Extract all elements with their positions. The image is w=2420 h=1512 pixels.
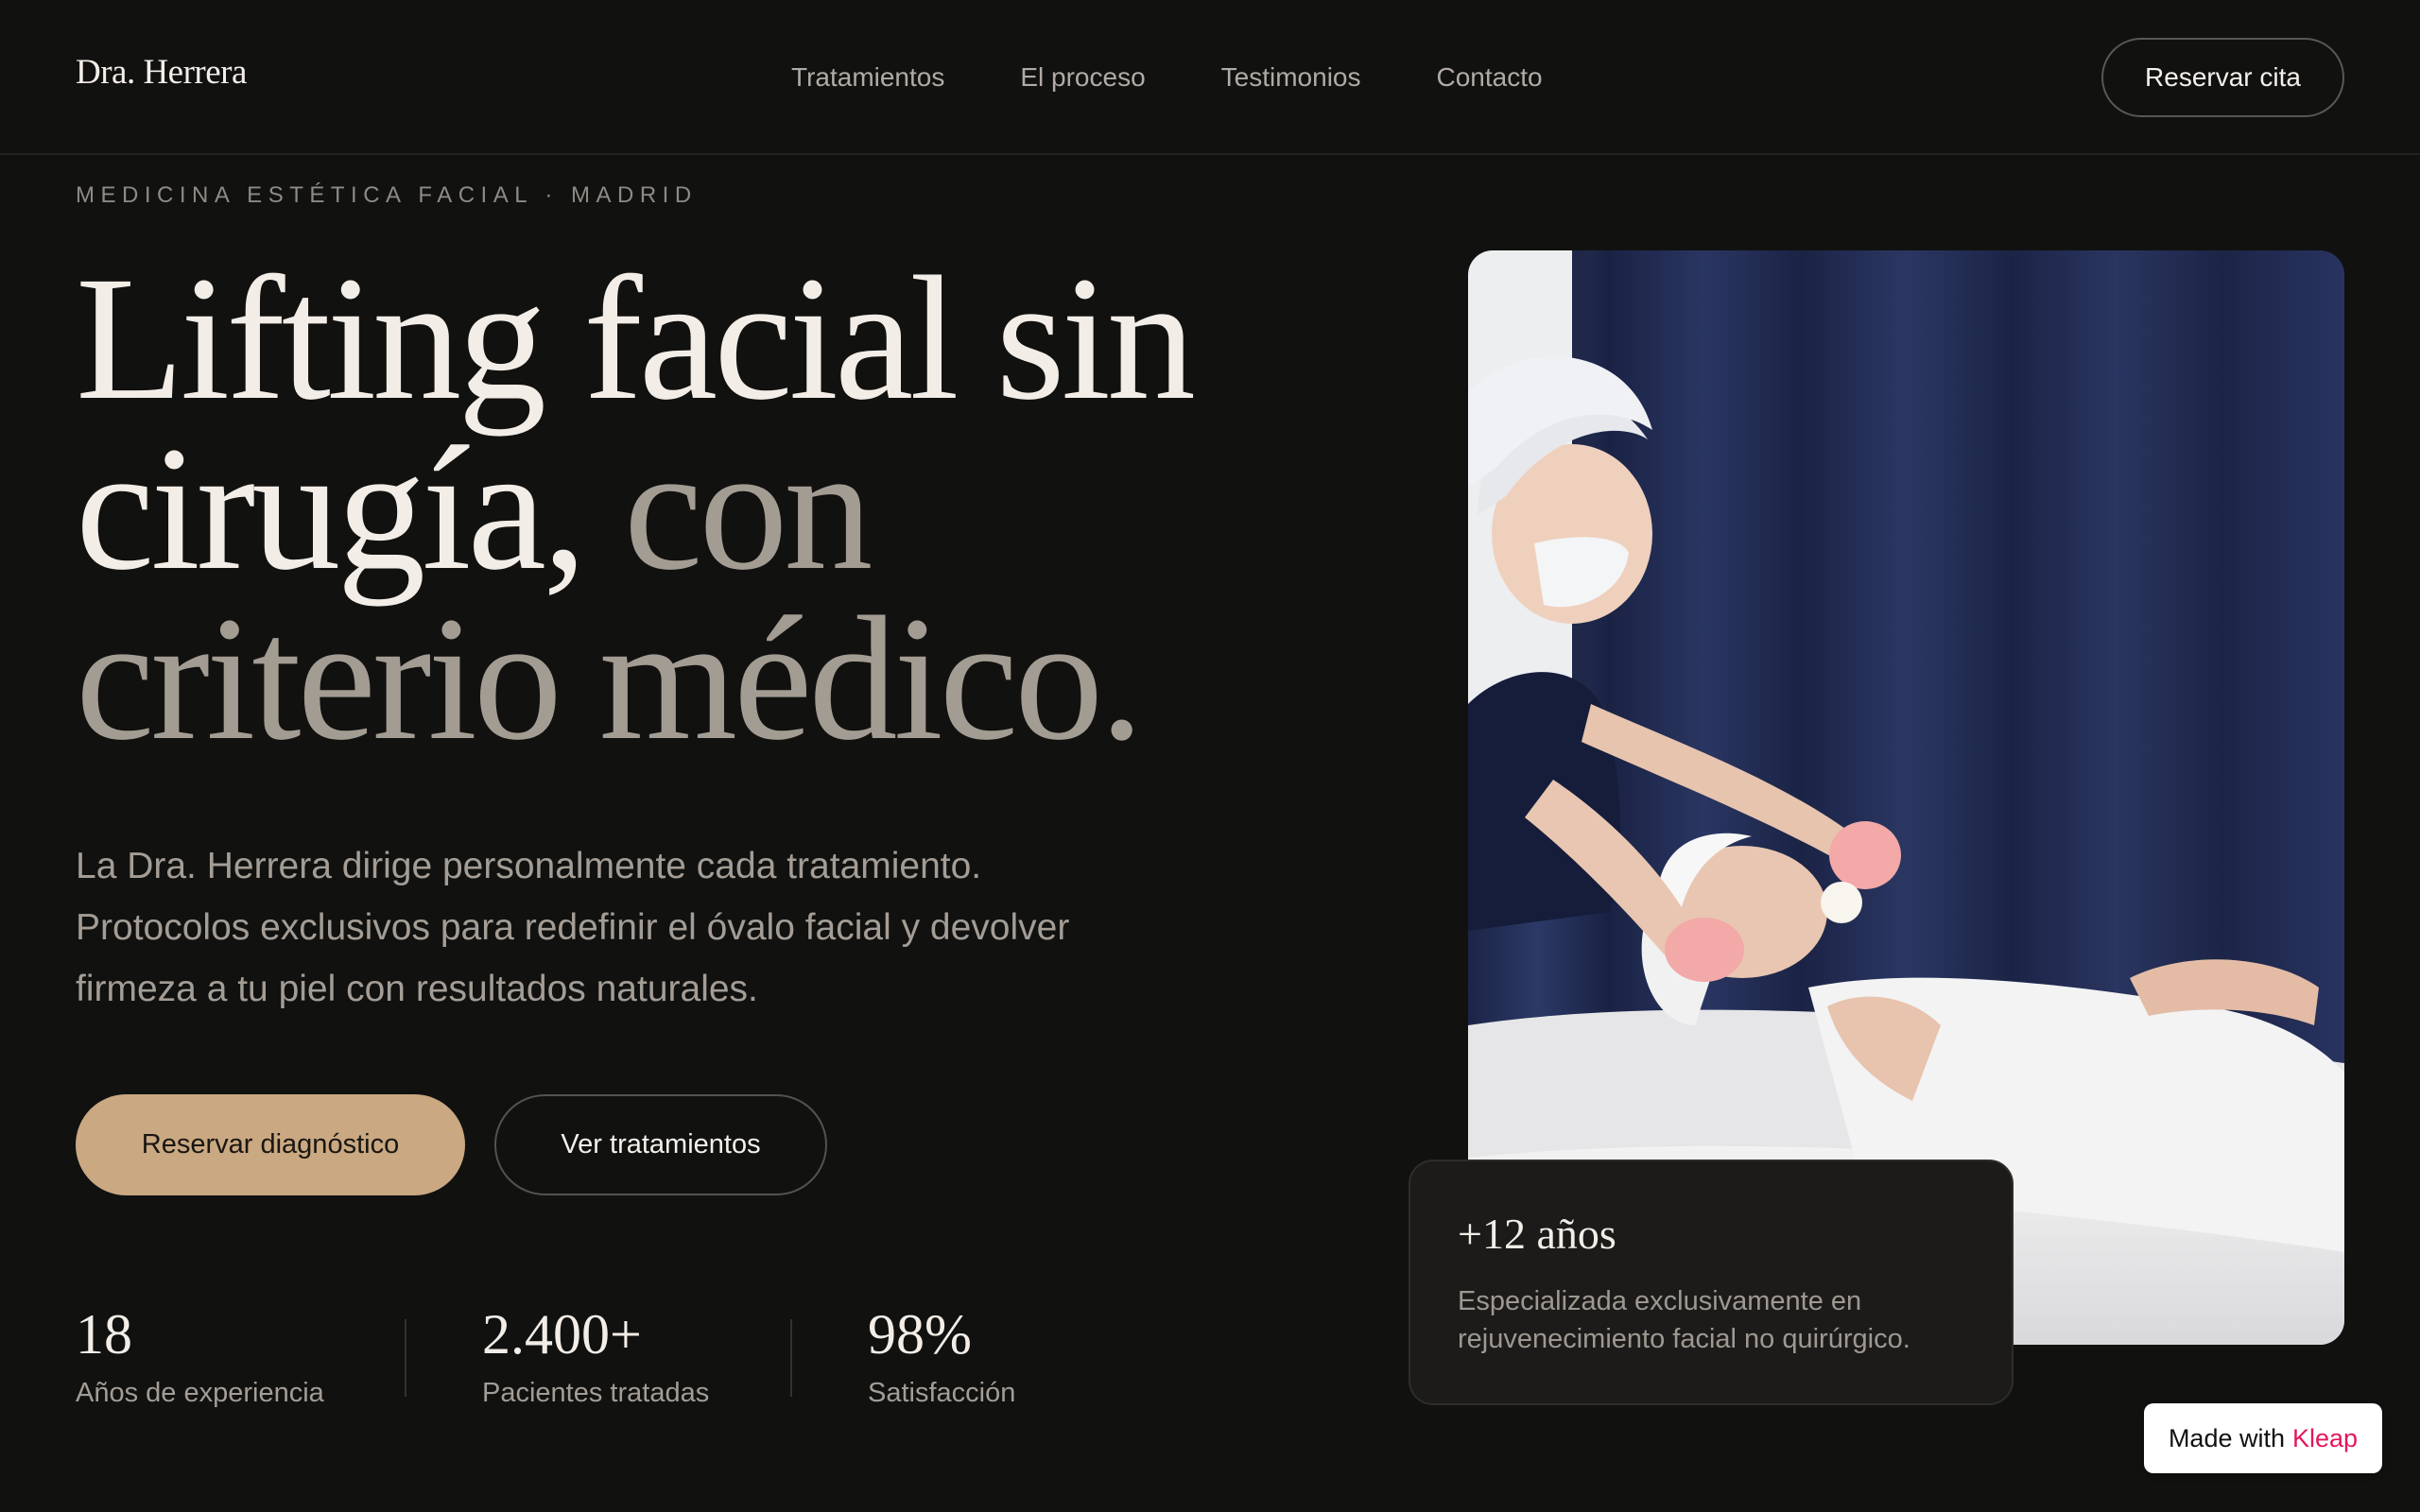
reservar-diagnostico-button[interactable]: Reservar diagnóstico: [76, 1094, 465, 1195]
stat-experience: 18 Años de experiencia: [76, 1302, 324, 1409]
headline-line-3: criterio médico.: [76, 579, 1144, 777]
hero-description: La Dra. Herrera dirige personalmente cad…: [76, 846, 1070, 1009]
stat-divider: [405, 1319, 406, 1397]
stat-label: Pacientes tratadas: [482, 1378, 710, 1408]
stat-label: Años de experiencia: [76, 1378, 324, 1408]
headline-line-2-muted: con: [623, 409, 873, 607]
hero-eyebrow: MEDICINA ESTÉTICA FACIAL · MADRID: [76, 182, 698, 208]
nav-link-contacto[interactable]: Contacto: [1437, 59, 1543, 96]
stat-patients: 2.400+ Pacientes tratadas: [482, 1302, 709, 1409]
stat-label: Satisfacción: [868, 1378, 1016, 1408]
nav-link-tratamientos[interactable]: Tratamientos: [791, 59, 944, 96]
main-nav: Tratamientos El proceso Testimonios Cont…: [791, 59, 1543, 96]
experience-card: +12 años Especializada exclusivamente en…: [1409, 1160, 2014, 1405]
hero-headline: Lifting facial sin cirugía, con criterio…: [76, 239, 1399, 777]
headline-line-2-light: cirugía,: [76, 409, 587, 607]
headline-line-2: cirugía, con: [76, 420, 1399, 597]
made-with-badge[interactable]: Made with Kleap: [2144, 1403, 2382, 1473]
stat-value: 98%: [868, 1303, 972, 1366]
experience-card-title: +12 años: [1458, 1210, 1616, 1258]
ver-tratamientos-button[interactable]: Ver tratamientos: [494, 1094, 827, 1195]
site-header: Dra. Herrera Tratamientos El proceso Tes…: [0, 0, 2420, 155]
stat-value: 18: [76, 1303, 132, 1366]
stat-divider: [790, 1319, 792, 1397]
stat-value: 2.400+: [482, 1303, 642, 1366]
nav-link-testimonios[interactable]: Testimonios: [1221, 59, 1361, 96]
headline-line-1: Lifting facial sin: [76, 239, 1196, 437]
made-with-text: Made with: [2168, 1423, 2285, 1452]
stat-satisfaction: 98% Satisfacción: [868, 1302, 1015, 1409]
logo[interactable]: Dra. Herrera: [76, 52, 247, 93]
reservar-cita-button[interactable]: Reservar cita: [2101, 38, 2344, 117]
made-with-brand: Kleap: [2292, 1423, 2359, 1452]
nav-link-el-proceso[interactable]: El proceso: [1020, 59, 1145, 96]
experience-card-description: Especializada exclusivamente en rejuvene…: [1458, 1286, 1910, 1354]
